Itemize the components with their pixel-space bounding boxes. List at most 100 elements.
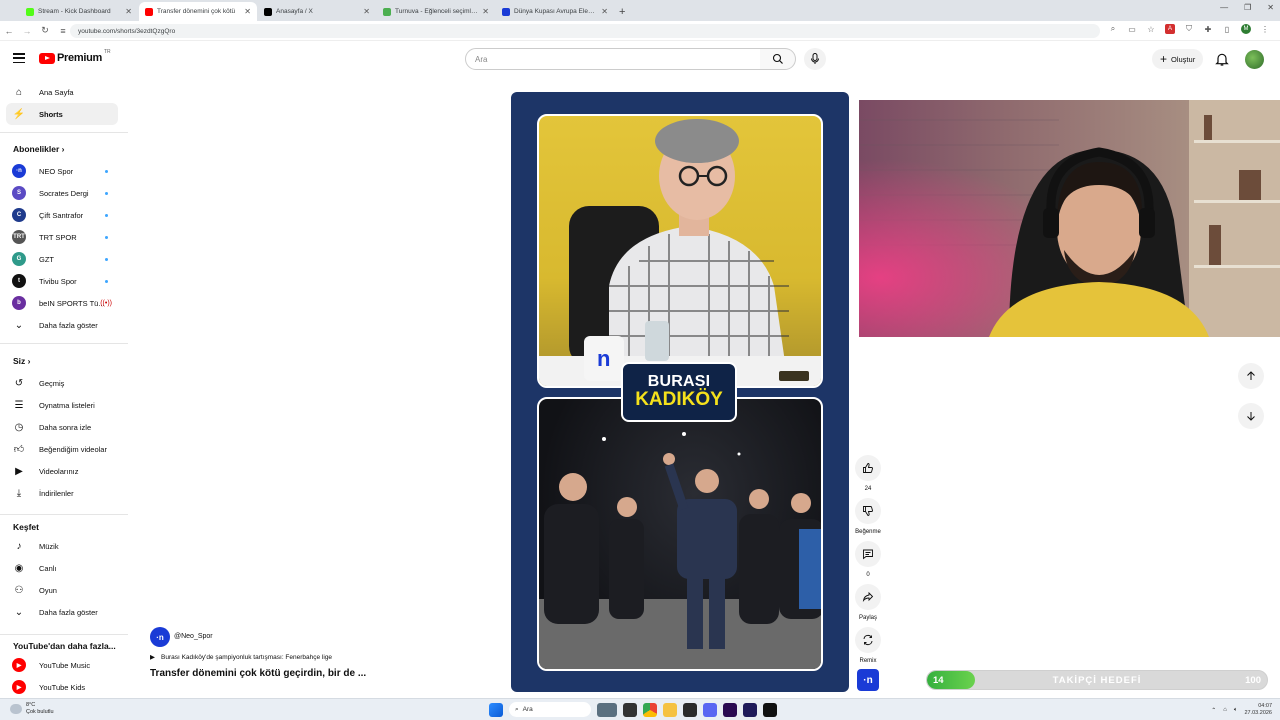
reload-button[interactable]: ↻ (36, 25, 54, 36)
goal-label: TAKİPÇİ HEDEFİ (1052, 675, 1142, 686)
audio-track[interactable]: ▶ Burası Kadıköy'de şampiyonluk tartışmas… (150, 653, 333, 662)
back-button[interactable]: ← (0, 26, 18, 36)
folder-icon[interactable] (663, 702, 677, 717)
comments-button[interactable] (855, 541, 881, 567)
overlay-line1: BURASI (647, 373, 711, 390)
premiere-icon[interactable] (723, 702, 737, 717)
browser-tab[interactable]: Dünya Kupası Avrupa Elemeleri ✕ (496, 2, 614, 21)
create-button[interactable]: + Oluştur (1152, 49, 1204, 69)
channel-avatar: S (12, 186, 26, 200)
like-button[interactable] (855, 455, 881, 481)
share-button[interactable] (855, 584, 881, 610)
menu-icon[interactable] (13, 53, 25, 63)
maximize-button[interactable]: ❐ (1244, 3, 1251, 12)
subscription-item[interactable]: TRT TRT SPOR (6, 226, 118, 248)
subscription-item[interactable]: G GZT (6, 248, 118, 270)
clock[interactable]: 04:07 27.03.2026 (1244, 703, 1272, 717)
dislike-label: Beğenme (855, 529, 881, 535)
network-icon[interactable]: ⌂ (1223, 707, 1227, 713)
sidebar-item[interactable]: ◷ Daha sonra izle (6, 416, 118, 438)
file-explorer-icon[interactable] (623, 702, 637, 717)
task-view-icon[interactable] (597, 702, 617, 717)
chrome-icon[interactable] (643, 702, 657, 717)
search-button[interactable] (760, 48, 796, 70)
close-tab-icon[interactable]: ✕ (363, 7, 370, 16)
extensions-icon[interactable]: ✚ (1203, 24, 1213, 34)
channel-avatar[interactable]: ·n (150, 627, 170, 647)
shield-icon[interactable]: ⛉ (1184, 24, 1194, 34)
next-short-button[interactable] (1238, 403, 1264, 429)
sidebar-item[interactable]: ♪ Müzik (6, 535, 118, 557)
subscription-item[interactable]: t Tivibu Spor (6, 270, 118, 292)
tab-favicon-icon (26, 7, 34, 16)
cast-icon[interactable]: ▭ (1127, 24, 1137, 34)
sidebar-item[interactable]: 👍︎ Beğendiğim videolar (6, 438, 118, 460)
youtube-app-item[interactable]: ▶ YouTube Music (6, 654, 118, 676)
you-heading[interactable]: Siz › (13, 356, 30, 366)
browser-tab[interactable]: Transfer dönemini çok kötü ✕ (139, 2, 257, 21)
chevron-up-icon[interactable]: ⌃ (1211, 707, 1216, 714)
sidebar-divider (0, 343, 128, 344)
close-tab-icon[interactable]: ✕ (244, 7, 251, 16)
volume-icon[interactable]: 🔈︎ (1234, 707, 1238, 714)
browser-tab[interactable]: Stream - Kick Dashboard ✕ (20, 2, 138, 21)
game-icon: ⚇ (14, 584, 24, 596)
browser-tab[interactable]: Turnuva - Eğlenceli seçimler yap✕ (377, 2, 495, 21)
close-tab-icon[interactable]: ✕ (125, 7, 132, 16)
search-input[interactable]: Ara (465, 48, 761, 70)
after-effects-icon[interactable] (743, 702, 757, 717)
voice-search-button[interactable] (804, 48, 826, 70)
mail-icon[interactable] (683, 702, 697, 717)
discord-icon[interactable] (703, 702, 717, 717)
sidebar-item[interactable]: ⚡ Shorts (6, 103, 118, 125)
search-icon[interactable]: ⌕ (1108, 24, 1118, 34)
sidebar-item[interactable]: ⤓ İndirilenler (6, 482, 118, 504)
pdf-extension-icon[interactable]: A (1165, 24, 1175, 34)
share-label: Paylaş (858, 615, 877, 621)
youtube-logo[interactable]: Premium TR (39, 49, 111, 64)
notifications-bell-icon[interactable] (1214, 51, 1230, 67)
sidebar-item[interactable]: ☰ Oynatma listeleri (6, 394, 118, 416)
close-tab-icon[interactable]: ✕ (482, 7, 489, 16)
browser-tab[interactable]: Anasayfa / X ✕ (258, 2, 376, 21)
capcut-icon[interactable] (763, 702, 777, 717)
previous-short-button[interactable] (1238, 363, 1264, 389)
sidebar-item[interactable]: ↺ Geçmiş (6, 372, 118, 394)
url-field[interactable]: youtube.com/shorts/3ezdtQzgQro (70, 24, 1100, 38)
short-title[interactable]: Transfer dönemini çok kötü geçirdin, bir… (150, 668, 366, 679)
live-icon: ◉ (14, 562, 24, 574)
subscription-item[interactable]: C Çift Santrafor (6, 204, 118, 226)
sidebar-icon[interactable]: ▯ (1222, 24, 1232, 34)
remix-button[interactable] (855, 627, 881, 653)
dislike-button[interactable] (855, 498, 881, 524)
tab-favicon-icon (502, 7, 510, 16)
menu-icon[interactable]: ⋮ (1260, 24, 1270, 34)
account-avatar[interactable] (1245, 50, 1264, 69)
close-window-button[interactable]: ✕ (1267, 3, 1274, 12)
sidebar-item[interactable]: ◉ Canlı (6, 557, 118, 579)
bookmark-star-icon[interactable]: ☆ (1146, 24, 1156, 34)
subscription-item[interactable]: b beIN SPORTS Tü... ((•)) (6, 292, 118, 314)
shorts-video-player[interactable]: n BURASI KADIKÖY (511, 92, 849, 692)
sidebar-item[interactable]: ⌄ Daha fazla göster (6, 601, 118, 623)
sidebar-item[interactable]: ▶ Videolarınız (6, 460, 118, 482)
subscription-item[interactable]: S Socrates Dergi (6, 182, 118, 204)
weather-widget[interactable]: 8°C Çok bulutlu (10, 702, 54, 715)
youtube-app-item[interactable]: ▶ YouTube Kids (6, 676, 118, 698)
profile-icon[interactable]: M (1241, 24, 1251, 34)
sidebar-item-label: Ana Sayfa (39, 87, 74, 97)
new-tab-button[interactable]: + (619, 2, 625, 21)
subscriptions-heading[interactable]: Abonelikler › (13, 144, 65, 154)
taskbar-search[interactable]: ⌕ Ara (509, 702, 591, 717)
windows-start-icon[interactable] (489, 702, 503, 717)
channel-handle[interactable]: @Neo_Spor (174, 633, 213, 640)
sidebar-item[interactable]: ⌂ Ana Sayfa (6, 81, 118, 103)
channel-logo-button[interactable]: ·n (857, 669, 879, 691)
forward-button[interactable]: → (18, 26, 36, 36)
minimize-button[interactable]: — (1220, 3, 1228, 12)
close-tab-icon[interactable]: ✕ (601, 7, 608, 16)
sidebar-item[interactable]: ⚇ Oyun (6, 579, 118, 601)
audio-track-label: Burası Kadıköy'de şampiyonluk tartışması… (161, 653, 333, 661)
show-more-subscriptions[interactable]: ⌄ Daha fazla göster (6, 314, 118, 336)
subscription-item[interactable]: ·n NEO Spor (6, 160, 118, 182)
